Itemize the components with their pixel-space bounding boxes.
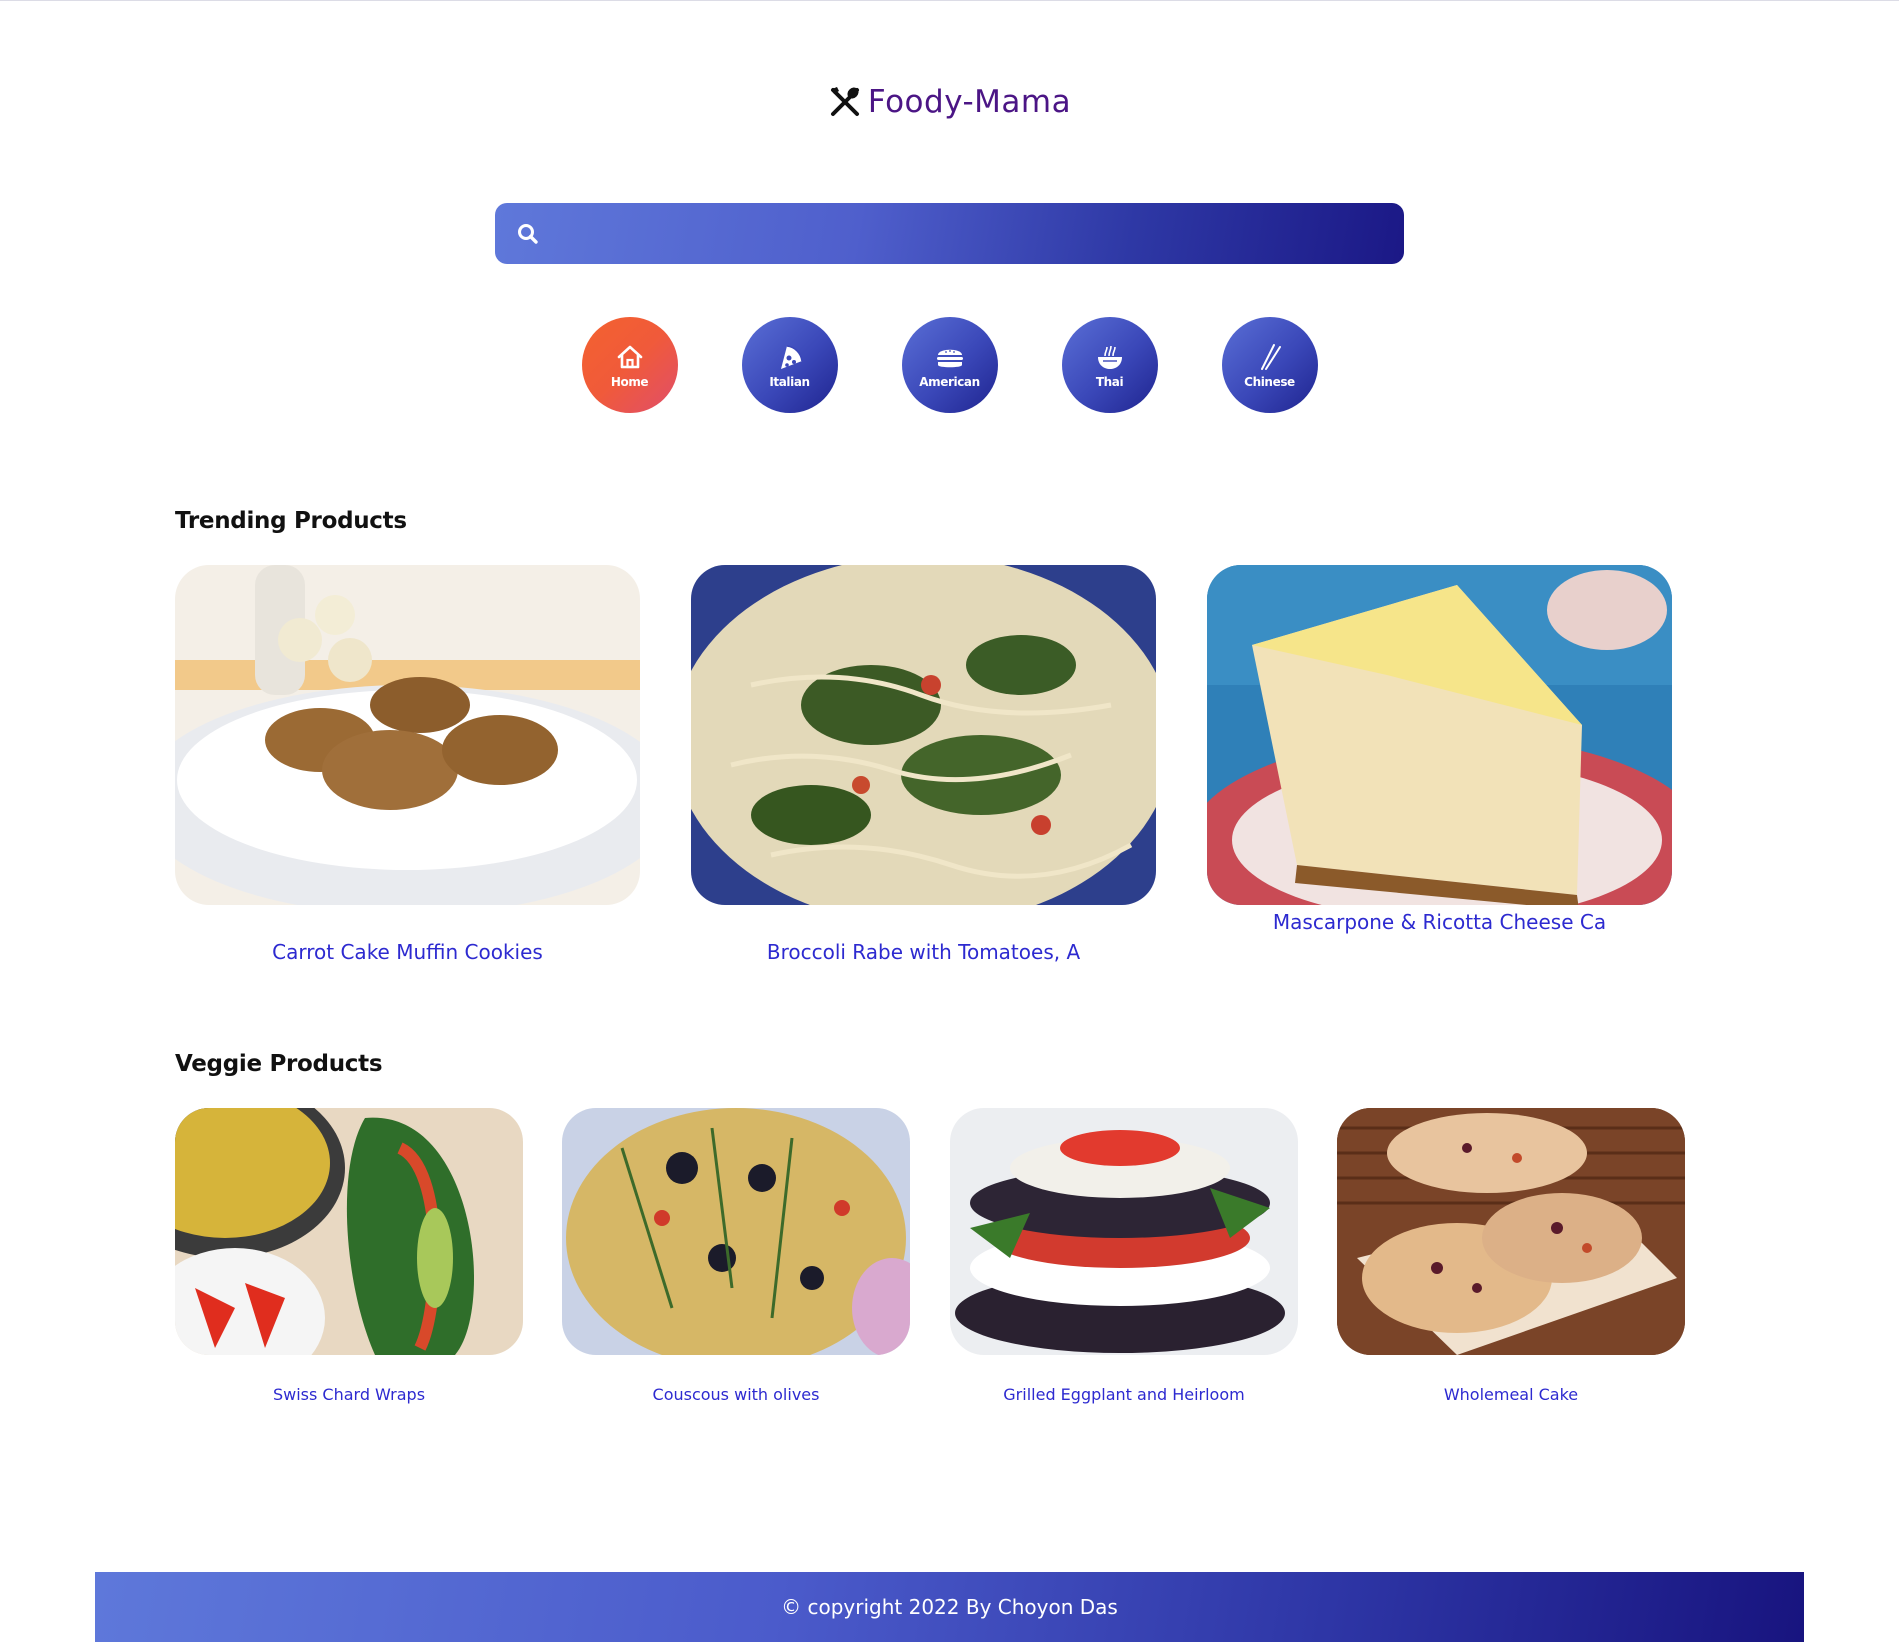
category-label: Italian [769, 375, 810, 389]
search-bar[interactable] [495, 203, 1404, 264]
couscous-olives-photo [562, 1108, 910, 1355]
product-title[interactable]: Wholemeal Cake [1337, 1384, 1685, 1406]
category-italian[interactable]: Italian [741, 317, 838, 413]
category-home[interactable]: Home [581, 317, 678, 413]
top-border [0, 0, 1899, 1]
brand-name: Foody-Mama [867, 84, 1072, 120]
product-card[interactable]: Wholemeal Cake [1337, 1108, 1685, 1404]
product-card[interactable]: Swiss Chard Wraps [175, 1108, 523, 1404]
category-american[interactable]: American [901, 317, 998, 413]
product-card[interactable]: Mascarpone & Ricotta Cheese Ca [1207, 565, 1672, 934]
product-title[interactable]: Swiss Chard Wraps [175, 1384, 523, 1406]
home-icon [617, 345, 642, 369]
chopsticks-icon [1260, 344, 1281, 370]
carrot-cake-muffin-cookies-photo [175, 565, 640, 905]
pizza-icon [780, 345, 803, 369]
trending-section-title: Trending Products [175, 508, 407, 534]
category-thai[interactable]: Thai [1061, 317, 1158, 413]
search-icon[interactable] [515, 221, 541, 247]
category-chinese[interactable]: Chinese [1221, 317, 1318, 413]
product-title[interactable]: Broccoli Rabe with Tomatoes, A [691, 937, 1156, 967]
category-label: Home [610, 375, 649, 389]
copyright-text: © copyright 2022 By Choyon Das [781, 1595, 1118, 1619]
product-title[interactable]: Mascarpone & Ricotta Cheese Ca [1207, 907, 1672, 937]
category-label: Thai [1095, 375, 1124, 389]
veggie-section-title: Veggie Products [175, 1051, 383, 1077]
product-card[interactable]: Carrot Cake Muffin Cookies [175, 565, 640, 964]
product-title[interactable]: Grilled Eggplant and Heirloom [950, 1384, 1298, 1406]
burger-icon [936, 349, 963, 368]
brand-logo[interactable]: Foody-Mama [0, 84, 1899, 120]
product-card[interactable]: Grilled Eggplant and Heirloom [950, 1108, 1298, 1404]
search-input[interactable] [541, 203, 1404, 264]
broccoli-rabe-pasta-photo [691, 565, 1156, 905]
category-label: American [919, 375, 980, 389]
utensils-icon [830, 87, 859, 116]
noodle-bowl-icon [1097, 345, 1122, 369]
product-card[interactable]: Broccoli Rabe with Tomatoes, A [691, 565, 1156, 964]
grilled-eggplant-stack-photo [950, 1108, 1298, 1355]
product-title[interactable]: Carrot Cake Muffin Cookies [175, 937, 640, 967]
footer: © copyright 2022 By Choyon Das [95, 1572, 1804, 1642]
category-label: Chinese [1244, 375, 1295, 389]
wholemeal-cake-photo [1337, 1108, 1685, 1355]
product-card[interactable]: Couscous with olives [562, 1108, 910, 1404]
cheesecake-slice-photo [1207, 565, 1672, 905]
swiss-chard-wraps-photo [175, 1108, 523, 1355]
product-title[interactable]: Couscous with olives [562, 1384, 910, 1406]
category-nav: Home Italian American Thai Chinese [0, 317, 1899, 413]
